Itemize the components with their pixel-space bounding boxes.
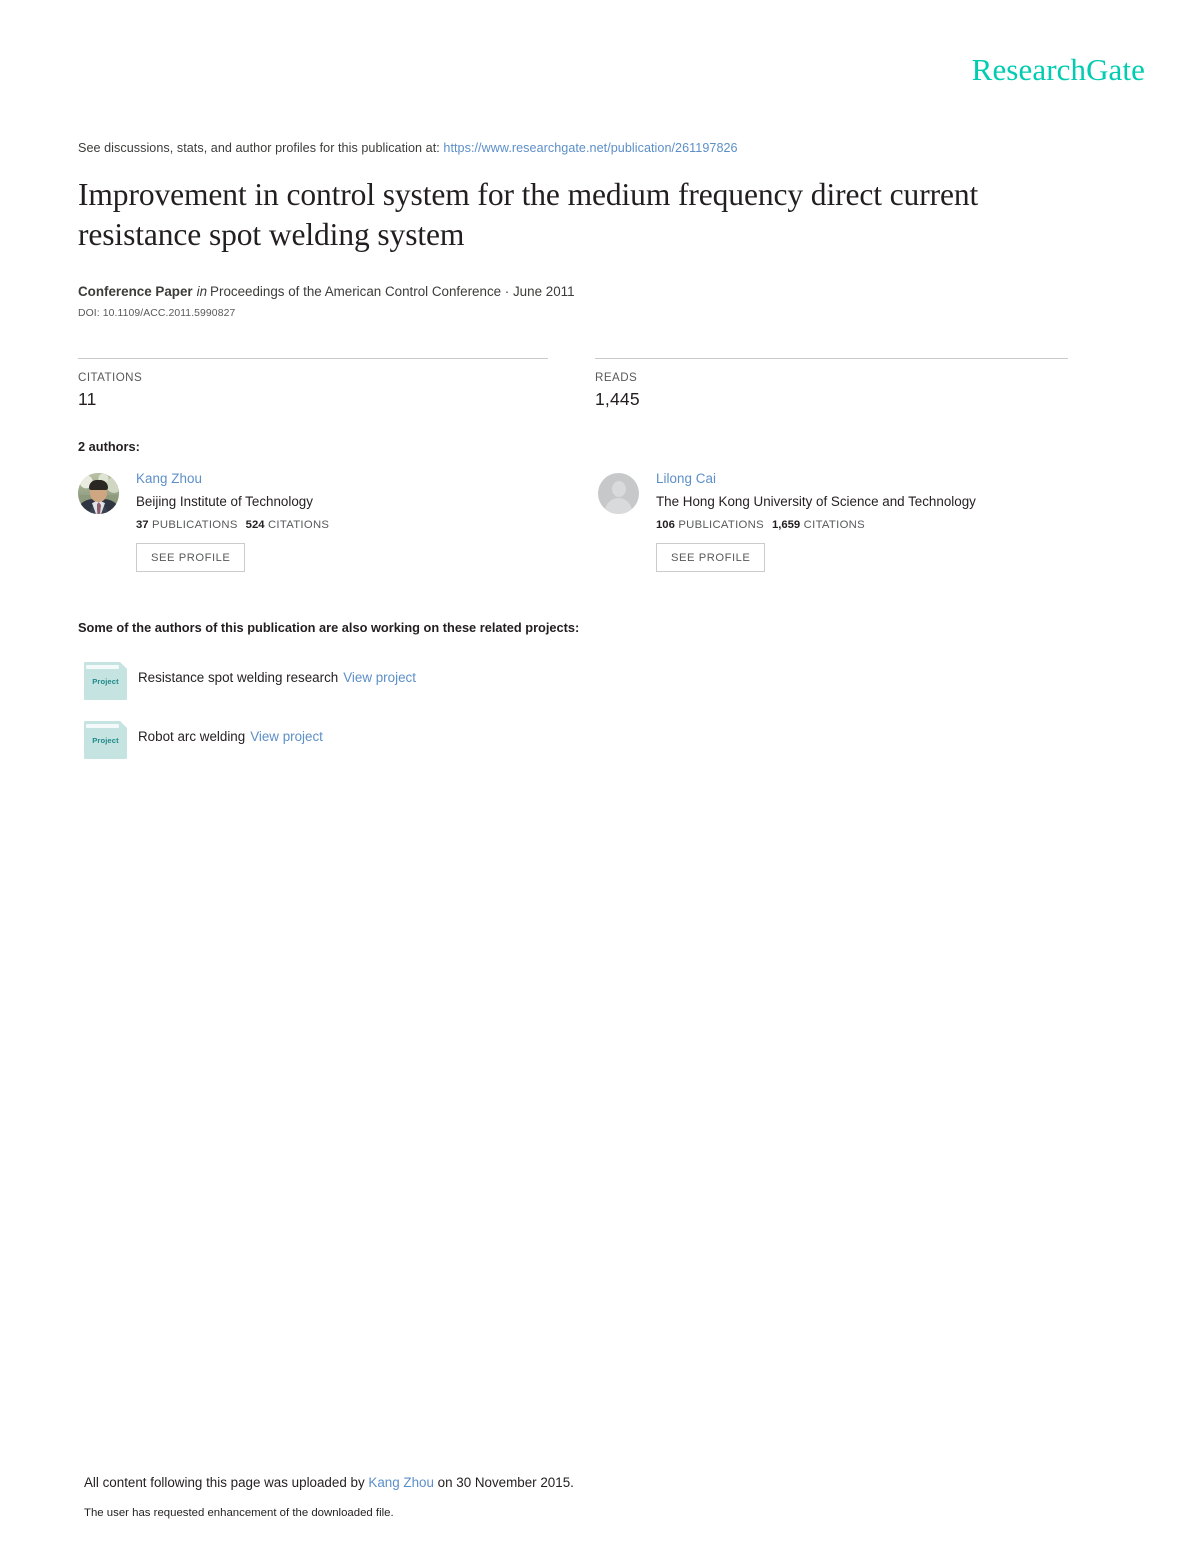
- author-stats: 106 PUBLICATIONS 1,659 CITATIONS: [656, 519, 1068, 531]
- see-profile-button[interactable]: SEE PROFILE: [656, 543, 766, 572]
- author-citation-count: 1,659: [771, 519, 801, 531]
- projects-heading: Some of the authors of this publication …: [78, 620, 580, 635]
- project-title: Resistance spot welding research: [138, 670, 339, 685]
- author-name-link[interactable]: Kang Zhou: [136, 471, 202, 486]
- author-entry: Kang Zhou Beijing Institute of Technolog…: [78, 470, 548, 572]
- author-publication-count: 37: [136, 519, 149, 531]
- publications-label: PUBLICATIONS: [152, 519, 238, 531]
- folder-label: Project: [92, 736, 119, 745]
- author-entry: Lilong Cai The Hong Kong University of S…: [598, 470, 1068, 572]
- project-title: Robot arc welding: [138, 729, 246, 744]
- project-text: Resistance spot welding research View pro…: [138, 670, 416, 685]
- author-details: Lilong Cai The Hong Kong University of S…: [656, 470, 1068, 572]
- upload-note-suffix: on 30 November 2015.: [437, 1475, 574, 1490]
- citations-stat-block: CITATIONS 11: [78, 358, 548, 410]
- authors-heading: 2 authors:: [78, 439, 140, 454]
- reads-label: READS: [595, 371, 638, 384]
- author-details: Kang Zhou Beijing Institute of Technolog…: [136, 470, 548, 572]
- uploader-link[interactable]: Kang Zhou: [368, 1475, 434, 1490]
- discussions-line: See discussions, stats, and author profi…: [78, 141, 738, 155]
- reads-stat-block: READS 1,445: [595, 358, 1068, 410]
- author-publication-count: 106: [656, 519, 675, 531]
- publications-label: PUBLICATIONS: [678, 519, 764, 531]
- avatar[interactable]: [78, 473, 119, 514]
- paper-cover-page: ResearchGate See discussions, stats, and…: [0, 0, 1200, 1553]
- discussions-prefix: See discussions, stats, and author profi…: [78, 141, 440, 155]
- view-project-link[interactable]: View project: [343, 670, 416, 685]
- enhancement-note: The user has requested enhancement of th…: [84, 1507, 394, 1519]
- citations-label: CITATIONS: [803, 519, 865, 531]
- see-profile-button[interactable]: SEE PROFILE: [136, 543, 246, 572]
- publication-doi: DOI: 10.1109/ACC.2011.5990827: [78, 308, 236, 319]
- citations-label: CITATIONS: [267, 519, 330, 531]
- citations-value: 11: [78, 389, 97, 409]
- folder-tab: [86, 724, 119, 728]
- citations-label: CITATIONS: [78, 371, 143, 384]
- folder-tab: [86, 665, 119, 669]
- avatar-placeholder-head: [611, 481, 626, 497]
- reads-value: 1,445: [595, 389, 640, 409]
- author-name-link[interactable]: Lilong Cai: [656, 471, 716, 486]
- avatar[interactable]: [598, 473, 639, 514]
- author-stats: 37 PUBLICATIONS 524 CITATIONS: [136, 519, 548, 531]
- upload-note-prefix: All content following this page was uplo…: [84, 1475, 365, 1490]
- upload-note: All content following this page was uplo…: [84, 1475, 574, 1490]
- avatar-hair: [89, 480, 108, 490]
- publication-meta: Conference Paper in Proceedings of the Ame…: [78, 284, 575, 299]
- page-title: Improvement in control system for the me…: [78, 177, 979, 252]
- publication-venue: Proceedings of the American Control Conf…: [210, 284, 575, 299]
- avatar-placeholder-body: [605, 498, 632, 514]
- author-affiliation: The Hong Kong University of Science and …: [656, 494, 976, 509]
- stat-divider: [78, 358, 548, 359]
- project-folder-icon: Project: [84, 662, 127, 700]
- publication-in-word: in: [196, 284, 208, 299]
- folder-corner: [120, 662, 127, 669]
- author-affiliation: Beijing Institute of Technology: [136, 494, 313, 509]
- stat-divider: [595, 358, 1068, 359]
- project-folder-icon: Project: [84, 721, 127, 759]
- publication-type: Conference Paper: [78, 284, 193, 299]
- author-citation-count: 524: [245, 519, 265, 531]
- view-project-link[interactable]: View project: [250, 729, 323, 744]
- folder-label: Project: [92, 677, 119, 686]
- researchgate-logo: ResearchGate: [971, 52, 1145, 87]
- project-text: Robot arc welding View project: [138, 729, 323, 744]
- publication-url-link[interactable]: https://www.researchgate.net/publication…: [443, 141, 737, 155]
- folder-corner: [120, 721, 127, 728]
